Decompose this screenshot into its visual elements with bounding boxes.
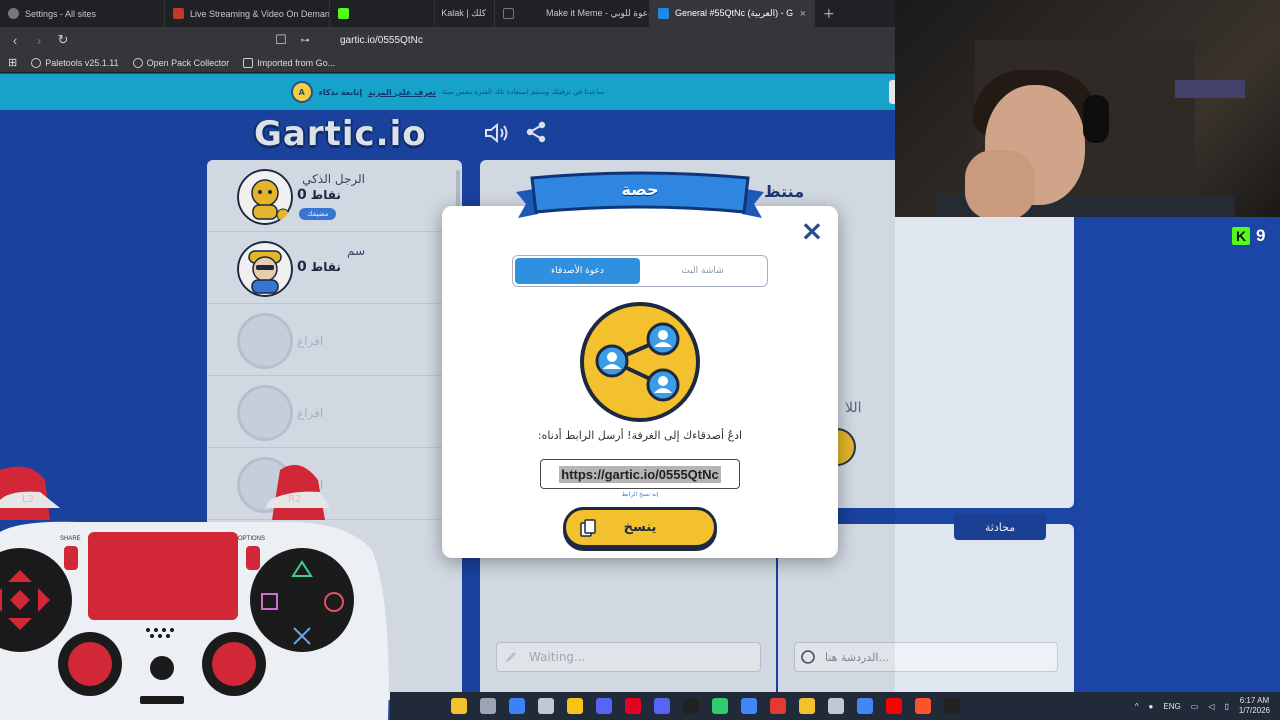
globe-icon — [132, 57, 143, 68]
l2-label: L2 — [22, 494, 34, 505]
promo-badge-icon: A — [290, 81, 313, 103]
folder-icon — [243, 57, 254, 68]
meme-favicon-icon — [503, 8, 514, 19]
tab-stream-screen[interactable]: شاشة البث — [640, 258, 765, 284]
taskbar-app-icon[interactable] — [798, 698, 815, 714]
invite-link-text[interactable]: https://gartic.io/0555QtNc — [559, 465, 721, 483]
invite-instructions: ادعُ أصدقاءك إلى الغرفة! أرسل الرابط أدن… — [537, 429, 743, 442]
taskbar-app-icon[interactable] — [653, 698, 670, 714]
tab-make-it-meme[interactable]: Make it Meme - دعوة للوبي — [495, 0, 650, 27]
copy-icon — [580, 519, 596, 537]
taskbar-app-icon[interactable] — [508, 698, 525, 714]
browser-tab-bar: Settings - All sites Live Streaming & Vi… — [0, 0, 895, 27]
kick-favicon-icon — [173, 8, 184, 19]
banner-title: إتابعة بذكاء — [318, 87, 363, 97]
options-label: OPTIONS — [238, 536, 266, 542]
bookmark-open-pack-collector[interactable]: Open Pack Collector — [132, 57, 230, 68]
copy-hint: إنه نسخ الرابط — [621, 491, 659, 498]
clock-date: 1/7/2026 — [1238, 706, 1270, 715]
taskbar-app-icon[interactable] — [682, 698, 699, 714]
webcam-headset — [1083, 95, 1109, 143]
taskbar-app-icon[interactable] — [856, 698, 873, 714]
viewer-count: 9 — [1256, 226, 1266, 245]
gartic-favicon-icon — [658, 8, 669, 19]
tab-invite-friends[interactable]: دعوة الأصدقاء — [515, 258, 640, 284]
kick-favicon-icon — [338, 8, 349, 19]
tab-gartic[interactable]: General #55QtNc (العربية) - Gartic × — [650, 0, 815, 27]
new-tab-button[interactable]: + — [815, 6, 843, 22]
reload-icon[interactable]: ↻ — [56, 32, 70, 48]
close-tab-icon[interactable]: × — [800, 8, 806, 20]
bookmark-paletools[interactable]: Paletools v25.1.11 — [31, 57, 119, 68]
clock[interactable]: 6:17 AM 1/7/2026 — [1239, 696, 1270, 716]
taskbar-app-icon[interactable] — [450, 698, 467, 714]
taskbar-app-icon[interactable] — [537, 698, 554, 714]
volume-icon[interactable]: ◁ — [1208, 702, 1214, 711]
address-bar-row: ‹ › ↻ ☐ ⊶ gartic.io/0555QtNc — [0, 27, 895, 53]
banner-link[interactable]: تعرف على المزيد — [368, 88, 436, 97]
globe-icon — [31, 57, 42, 68]
r2-label: R2 — [288, 494, 302, 505]
close-button[interactable]: × — [800, 217, 824, 245]
banner-text: ساعدنا في ترقيتك وستتم استعادة تلك الفتر… — [441, 88, 605, 96]
share-mode-switch: دعوة الأصدقاء شاشة البث — [512, 255, 768, 287]
bookmarks-bar: ⊞ Paletools v25.1.11 Open Pack Collector… — [0, 53, 895, 73]
clock-time: 6:17 AM — [1239, 696, 1270, 705]
bookmark-icon[interactable]: ☐ — [274, 32, 288, 48]
tab-label: Live Streaming & Video On Demand — [190, 8, 330, 19]
taskbar-app-icon[interactable] — [711, 698, 728, 714]
taskbar-app-icon[interactable] — [566, 698, 583, 714]
share-people-icon — [580, 302, 700, 422]
system-tray: ^ ● ENG ▭ ◁ ▯ 6:17 AM 1/7/2026 — [1135, 692, 1270, 720]
bookmark-label: Imported from Go... — [257, 57, 336, 68]
taskbar-app-icon[interactable] — [827, 698, 844, 714]
site-info-icon[interactable]: ⊶ — [298, 35, 312, 46]
forward-icon[interactable]: › — [32, 33, 46, 48]
promo-banner: A إتابعة بذكاء تعرف على المزيد ساعدنا في… — [0, 74, 895, 110]
taskbar-app-icon[interactable] — [595, 698, 612, 714]
tab-label: Settings - All sites — [25, 8, 97, 19]
bookmark-label: Open Pack Collector — [146, 57, 230, 68]
taskbar-app-icon[interactable] — [624, 698, 641, 714]
invite-link-field[interactable]: https://gartic.io/0555QtNc — [540, 459, 740, 489]
bookmark-imported[interactable]: Imported from Go... — [243, 57, 336, 68]
battery-icon[interactable]: ▯ — [1224, 702, 1228, 711]
apps-grid-icon[interactable]: ⊞ — [8, 56, 17, 69]
copy-button-label: ينسخ — [623, 520, 657, 535]
taskbar-app-icon[interactable] — [885, 698, 902, 714]
kick-logo-icon: K — [1232, 227, 1250, 245]
tab-label: Kalak | كلك — [441, 8, 486, 18]
gear-icon — [8, 8, 19, 19]
tab-chat[interactable]: محادثة — [954, 514, 1046, 540]
tab-kalak[interactable]: Kalak | كلك — [435, 0, 495, 27]
bookmark-label: Paletools v25.1.11 — [45, 57, 119, 68]
language-indicator[interactable]: ENG — [1163, 702, 1180, 711]
webcam-hand — [965, 150, 1035, 217]
modal-title: حصة — [621, 180, 659, 199]
taskbar-app-icon[interactable] — [769, 698, 786, 714]
viewer-count-badge: K 9 — [1232, 226, 1265, 246]
taskbar-app-icon[interactable] — [740, 698, 757, 714]
back-icon[interactable]: ‹ — [8, 33, 22, 48]
tab-label: Make it Meme - دعوة للوبي — [546, 8, 650, 18]
tab-label: General #55QtNc (العربية) - Gartic — [675, 8, 793, 18]
taskbar-app-icon[interactable] — [479, 698, 496, 714]
share-label: SHARE — [60, 536, 81, 542]
webcam-lights — [1175, 80, 1245, 98]
gamepad-overlay-icon — [0, 464, 389, 720]
url-field[interactable]: gartic.io/0555QtNc — [340, 35, 423, 46]
tab-kick-2[interactable] — [330, 0, 435, 27]
tab-settings[interactable]: Settings - All sites — [0, 0, 165, 27]
taskbar-app-icon[interactable] — [914, 698, 931, 714]
network-icon[interactable]: ▭ — [1191, 702, 1199, 711]
chevron-up-icon[interactable]: ^ — [1135, 702, 1139, 711]
taskbar: ^ ● ENG ▭ ◁ ▯ 6:17 AM 1/7/2026 — [390, 692, 1280, 720]
webcam-feed — [895, 0, 1280, 217]
tab-kick[interactable]: Live Streaming & Video On Demand — [165, 0, 330, 27]
microphone-icon[interactable]: ● — [1149, 702, 1154, 711]
taskbar-app-icon[interactable] — [943, 698, 960, 714]
taskbar-apps — [444, 698, 966, 714]
